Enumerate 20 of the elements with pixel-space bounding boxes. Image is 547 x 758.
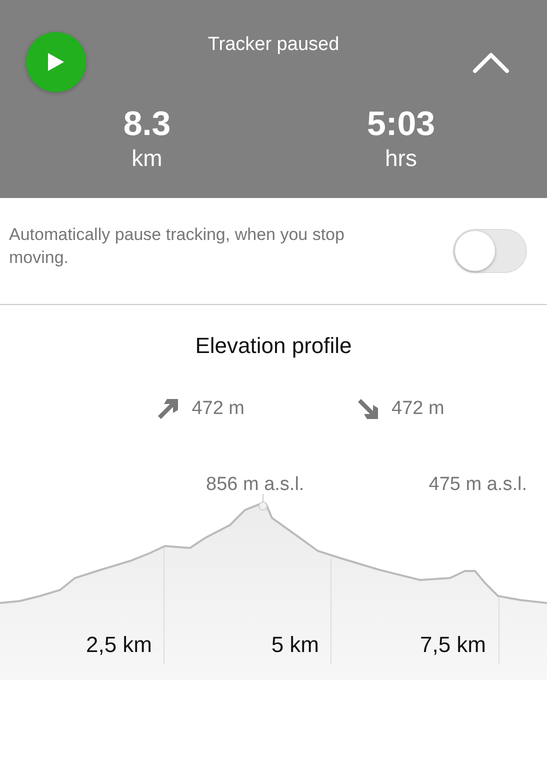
auto-pause-toggle[interactable] — [453, 229, 527, 273]
section-title: Elevation profile — [194, 332, 353, 360]
stat-value: 8.3 — [123, 105, 171, 143]
stat-value: 5:03 — [366, 105, 436, 143]
distance-label: 5 km — [271, 632, 319, 658]
distance-label: 2,5 km — [86, 632, 152, 658]
collapse-button[interactable] — [472, 50, 510, 74]
end-elevation-label: 475 m a.s.l. — [428, 474, 527, 496]
tracker-status: Tracker paused — [206, 33, 340, 57]
ascent-value: 472 m — [192, 397, 244, 421]
arrow-down-right-icon — [356, 397, 380, 422]
descent-value: 472 m — [392, 397, 444, 421]
stat-unit: hrs — [385, 144, 417, 173]
arrow-up-right-icon — [156, 397, 180, 422]
auto-pause-label: Automatically pause tracking, when you stop moving. — [9, 224, 346, 269]
stat-unit: km — [132, 144, 162, 173]
play-icon — [47, 52, 65, 72]
peak-elevation-label: 856 m a.s.l. — [206, 474, 304, 496]
play-button[interactable] — [26, 32, 86, 92]
distance-label: 7,5 km — [420, 632, 486, 658]
